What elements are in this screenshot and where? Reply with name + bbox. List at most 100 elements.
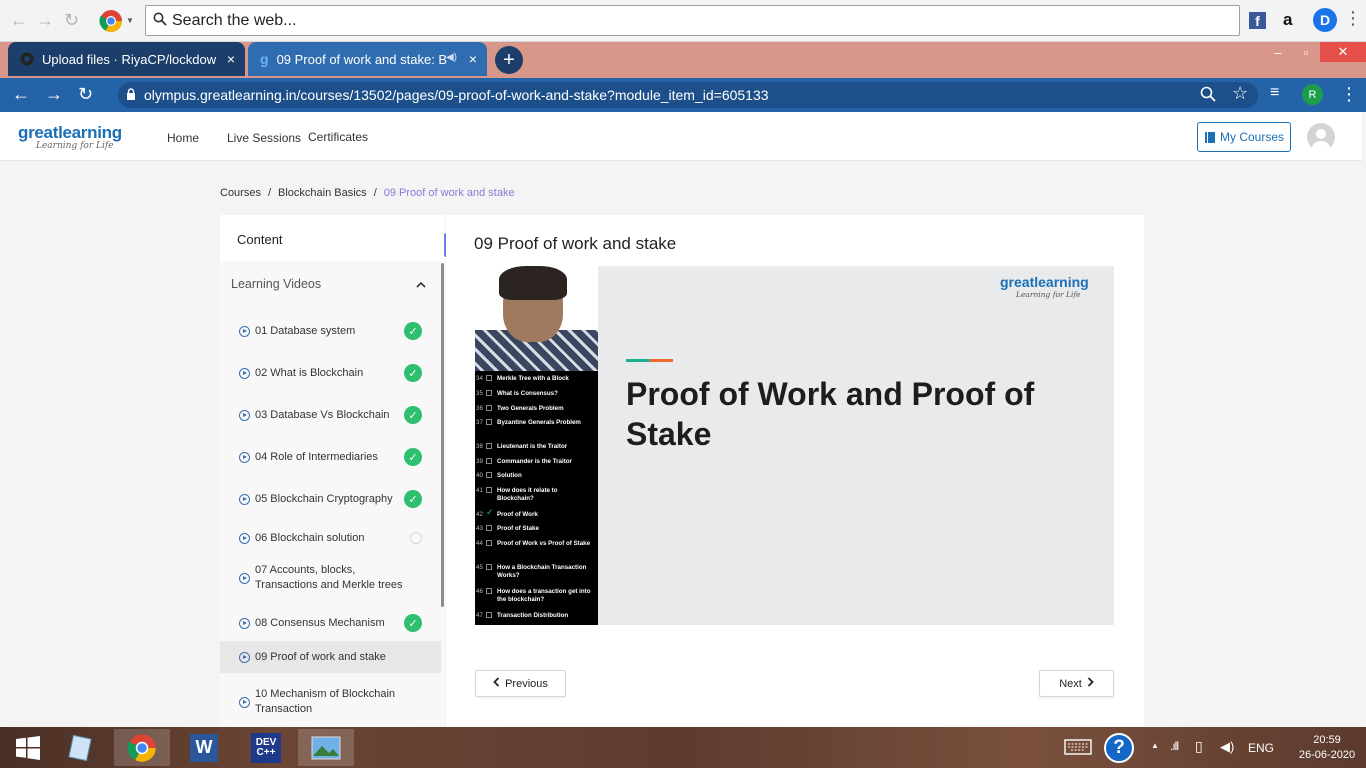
sidebar-item-lesson-09[interactable]: 09 Proof of work and stake (220, 641, 441, 673)
media-queue-icon[interactable]: ≡ (1270, 84, 1279, 102)
back-icon[interactable]: ← (10, 10, 28, 31)
sidebar-item-lesson-05[interactable]: 05 Blockchain Cryptography ✓ (220, 485, 441, 513)
toc-text: Two Generals Problem (497, 405, 564, 412)
back-icon[interactable]: ← (12, 84, 30, 105)
slide-title: Proof of Work and Proof of Stake (626, 376, 1035, 452)
sidebar-item-lesson-08[interactable]: 08 Consensus Mechanism ✓ (220, 609, 441, 637)
sidebar-header: Content (220, 215, 445, 261)
close-window-button[interactable]: ✕ (1320, 42, 1366, 62)
facebook-icon[interactable]: f (1249, 12, 1266, 29)
previous-button[interactable]: Previous (475, 670, 566, 697)
toc-text: What is Consensus? (497, 390, 558, 397)
network-icon[interactable]: .ıll (1170, 739, 1179, 753)
toc-number: 47 (476, 612, 483, 619)
start-button[interactable] (0, 729, 56, 766)
sidebar-item-lesson-04[interactable]: 04 Role of Intermediaries ✓ (220, 443, 441, 471)
address-bar: ← → ↻ olympus.greatlearning.in/courses/1… (0, 78, 1366, 112)
bookmark-star-icon[interactable]: ☆ (1232, 83, 1248, 104)
new-tab-button[interactable]: + (495, 46, 523, 74)
play-icon (239, 325, 250, 337)
volume-icon[interactable]: ◀) (1220, 739, 1234, 755)
browser-toolbar: ← → ↻ ▼ f a D ⋮ (0, 0, 1366, 42)
close-tab-icon[interactable]: × (469, 51, 477, 67)
reload-icon[interactable]: ↻ (64, 10, 79, 31)
minimize-button[interactable]: – (1264, 42, 1292, 62)
next-button[interactable]: Next (1039, 670, 1114, 697)
play-icon (239, 532, 250, 544)
progress-ring-icon (410, 532, 422, 544)
help-icon[interactable]: ? (1104, 733, 1134, 763)
section-title[interactable]: Learning Videos (231, 277, 321, 291)
tab-proof-of-work[interactable]: g 09 Proof of work and stake: B ◀) × (248, 42, 487, 76)
photos-app[interactable] (298, 729, 354, 766)
chrome-logo-icon[interactable] (99, 9, 123, 38)
clock[interactable]: 20:59 26-06-2020 (1295, 733, 1359, 763)
nav-home[interactable]: Home (167, 131, 199, 145)
sidebar-item-lesson-10[interactable]: 10 Mechanism of Blockchain Transaction (220, 683, 441, 721)
menu-dots-icon[interactable]: ⋮ (1340, 84, 1358, 105)
presenter-image (475, 266, 598, 371)
nav-certificates[interactable]: Certificates (308, 130, 368, 144)
check-icon: ✓ (404, 614, 422, 632)
chrome-app[interactable] (114, 729, 170, 766)
menu-dots-icon[interactable]: ⋮ (1344, 8, 1362, 29)
forward-icon[interactable]: → (45, 84, 63, 105)
toc-number: 46 (476, 588, 483, 595)
maximize-button[interactable]: ▫ (1292, 42, 1320, 62)
sidebar-item-lesson-03[interactable]: 03 Database Vs Blockchain ✓ (220, 401, 441, 429)
url-field[interactable]: olympus.greatlearning.in/courses/13502/p… (118, 82, 1258, 108)
chevron-down-icon[interactable]: ▼ (126, 16, 134, 25)
toc-text: How a Blockchain Transaction Works? (497, 564, 587, 579)
check-icon: ✓ (404, 322, 422, 340)
breadcrumb-blockchain-basics[interactable]: Blockchain Basics (278, 187, 367, 199)
close-tab-icon[interactable]: × (227, 51, 235, 67)
nav-live-sessions[interactable]: Live Sessions (227, 131, 301, 145)
checkbox-icon (486, 458, 492, 464)
window-controls: – ▫ ✕ (1264, 42, 1366, 64)
breadcrumb-courses[interactable]: Courses (220, 187, 261, 199)
speaker-icon[interactable]: ◀) (446, 52, 457, 63)
site-page: greatlearning Learning for Life Home Liv… (0, 112, 1366, 727)
zoom-icon[interactable] (1200, 86, 1216, 107)
tab-title: 09 Proof of work and stake: B (276, 51, 447, 67)
forward-icon[interactable]: → (36, 10, 54, 31)
keyboard-icon[interactable] (1064, 739, 1092, 758)
sidebar-item-lesson-02[interactable]: 02 What is Blockchain ✓ (220, 359, 441, 387)
sidebar-scrollbar[interactable] (441, 263, 444, 607)
search-input[interactable] (172, 10, 1232, 32)
notepad-app[interactable] (52, 729, 108, 766)
tab-title: Upload files · RiyaCP/lockdown-c (42, 51, 217, 67)
amazon-icon[interactable]: a (1283, 10, 1292, 30)
extension-d-icon[interactable]: D (1313, 8, 1337, 32)
reload-icon[interactable]: ↻ (78, 84, 93, 105)
checkbox-icon (486, 443, 492, 449)
sidebar-item-lesson-07[interactable]: 07 Accounts, blocks, Transactions and Me… (220, 559, 441, 597)
video-player[interactable]: 34 Merkle Tree with a Block 35 What is Cons… (475, 266, 1114, 625)
devcpp-app[interactable]: DEV C++ (238, 729, 294, 766)
my-courses-button[interactable]: My Courses (1197, 122, 1291, 152)
chevron-up-icon[interactable] (416, 277, 426, 291)
toc-text: Byzantine Generals Problem (497, 419, 581, 426)
url-text: olympus.greatlearning.in/courses/13502/p… (144, 87, 769, 103)
chevron-left-icon (493, 677, 500, 690)
checkbox-icon (486, 405, 492, 411)
lock-icon (126, 87, 136, 103)
profile-avatar[interactable]: R (1302, 84, 1323, 105)
word-app[interactable]: W (176, 729, 232, 766)
chevron-up-icon[interactable]: ▲ (1151, 741, 1159, 750)
sidebar-item-lesson-06[interactable]: 06 Blockchain solution (220, 524, 441, 552)
toc-text: Proof of Work vs Proof of Stake (497, 540, 591, 547)
chevron-right-icon (1087, 677, 1094, 690)
checkbox-icon (486, 612, 492, 618)
check-icon: ✓ (404, 448, 422, 466)
language-indicator[interactable]: ENG (1248, 741, 1274, 755)
greatlearning-logo[interactable]: greatlearning Learning for Life (18, 123, 122, 151)
battery-icon[interactable]: ▯ (1195, 738, 1203, 755)
search-box[interactable] (145, 5, 1240, 36)
user-avatar-icon[interactable] (1307, 123, 1335, 151)
tab-upload-files[interactable]: Upload files · RiyaCP/lockdown-c × (8, 42, 245, 76)
windows-taskbar: W DEV C++ ? ▲ .ıll ▯ ◀) ENG 20:59 26-06-2… (0, 727, 1366, 768)
sidebar-item-lesson-01[interactable]: 01 Database system ✓ (220, 317, 441, 345)
play-icon (239, 409, 250, 421)
toc-number: 42 (476, 511, 483, 518)
